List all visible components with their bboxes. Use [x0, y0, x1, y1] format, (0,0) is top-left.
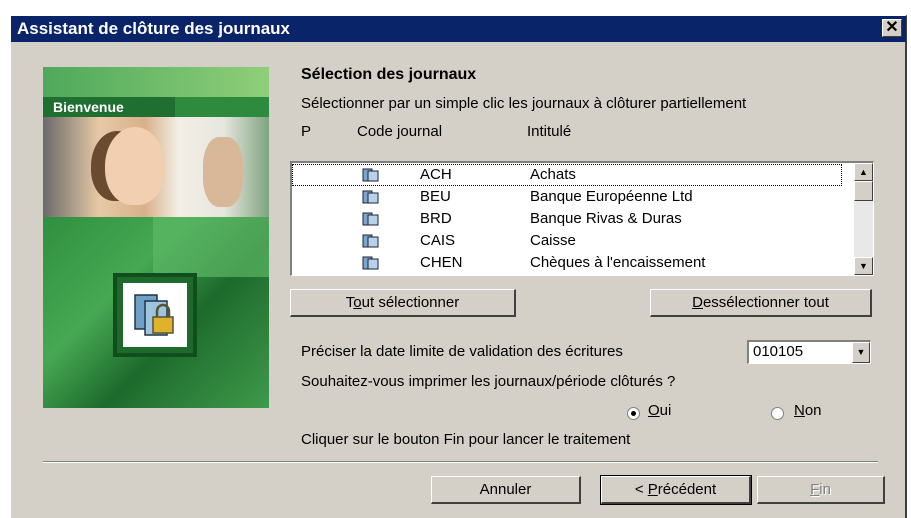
date-label: Préciser la date limite de validation de… [301, 343, 623, 360]
column-header-title: Intitulé [527, 123, 572, 140]
dropdown-button[interactable]: ▼ [852, 342, 870, 363]
journal-icon [362, 234, 379, 248]
photo [43, 117, 269, 217]
section-heading: Sélection des journaux [301, 66, 477, 83]
list-item[interactable]: BEU Banque Européenne Ltd [292, 186, 842, 208]
journal-code: ACH [420, 166, 452, 183]
triangle-down-icon: ▼ [859, 261, 868, 271]
cancel-button[interactable]: Annuler [431, 476, 581, 504]
chevron-down-icon: ▼ [856, 347, 866, 357]
journal-code: CHEN [420, 254, 463, 271]
deselect-all-button[interactable]: Dessélectionner tout [650, 289, 872, 317]
list-item[interactable]: ACH Achats [292, 164, 842, 186]
journal-title: Banque Européenne Ltd [530, 188, 693, 205]
welcome-label: Bienvenue [43, 97, 175, 117]
journal-title: Caisse [530, 232, 576, 249]
previous-button[interactable]: < Précédent [600, 475, 752, 505]
list-item[interactable]: CHEN Chèques à l'encaissement [292, 252, 842, 274]
wizard-icon-frame [113, 273, 197, 357]
title-bar: Assistant de clôture des journaux ✕ [11, 16, 906, 42]
radio-no-label[interactable]: Non [794, 402, 822, 419]
scroll-up-button[interactable]: ▲ [854, 163, 873, 181]
journal-code: BRD [420, 210, 452, 227]
journal-title: Banque Rivas & Duras [530, 210, 682, 227]
journal-icon [362, 256, 379, 270]
journal-code: CAIS [420, 232, 456, 249]
journal-code: BEU [420, 188, 451, 205]
ledger-lock-icon [134, 294, 174, 336]
journal-title: Chèques à l'encaissement [530, 254, 706, 271]
radio-yes-label[interactable]: Oui [648, 402, 671, 419]
journal-icon [362, 168, 379, 182]
instruction-text: Sélectionner par un simple clic les jour… [301, 95, 747, 112]
radio-yes[interactable] [627, 407, 640, 420]
radio-no[interactable] [771, 407, 784, 420]
list-item[interactable]: CAIS Caisse [292, 230, 842, 252]
close-button[interactable]: ✕ [882, 19, 902, 37]
list-item[interactable]: BRD Banque Rivas & Duras [292, 208, 842, 230]
triangle-up-icon: ▲ [859, 167, 868, 177]
finish-button[interactable]: Fin [757, 476, 885, 504]
wizard-window: Assistant de clôture des journaux ✕ Bien… [10, 15, 907, 518]
divider [43, 461, 878, 463]
date-value: 010105 [753, 343, 804, 360]
close-icon: ✕ [885, 19, 899, 36]
finish-hint: Cliquer sur le bouton Fin pour lancer le… [301, 431, 631, 448]
column-header-code: Code journal [357, 123, 443, 140]
wizard-side-image: Bienvenue [43, 67, 269, 408]
journal-title: Achats [530, 166, 576, 183]
list-scrollbar[interactable]: ▲ ▼ [854, 163, 873, 275]
journal-icon [362, 190, 379, 204]
date-combo[interactable]: 010105 ▼ [747, 340, 871, 364]
print-question: Souhaitez-vous imprimer les journaux/pér… [301, 373, 676, 390]
journal-list[interactable]: ACH Achats BEU Banque Européenne Ltd BRD… [290, 161, 874, 276]
column-header-p: P [301, 123, 312, 140]
window-title: Assistant de clôture des journaux [17, 19, 291, 38]
scroll-down-button[interactable]: ▼ [854, 257, 873, 275]
journal-icon [362, 212, 379, 226]
select-all-button[interactable]: Tout sélectionner [290, 289, 516, 317]
scroll-thumb[interactable] [854, 181, 873, 201]
